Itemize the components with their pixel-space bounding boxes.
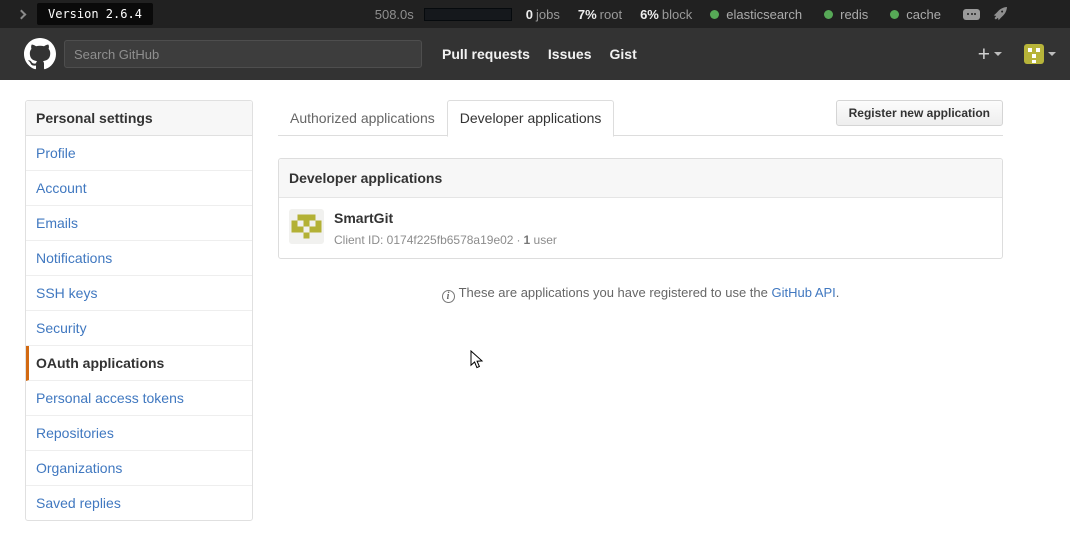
main-content: Authorized applicationsDeveloper applica… (278, 100, 1003, 303)
avatar (1024, 44, 1044, 64)
github-header: Pull requests Issues Gist + (0, 28, 1070, 80)
create-new-button[interactable]: + (978, 44, 1002, 65)
header-nav: Pull requests Issues Gist (442, 46, 655, 62)
sidebar-item-profile[interactable]: Profile (26, 136, 252, 171)
sidebar-item-personal-access-tokens[interactable]: Personal access tokens (26, 381, 252, 416)
mouse-cursor-icon (470, 350, 484, 370)
help-note: i These are applications you have registe… (278, 285, 1003, 303)
app-client-id: Client ID: 0174f225fb6578a19e02·1 user (334, 233, 557, 247)
sidebar-item-organizations[interactable]: Organizations (26, 451, 252, 486)
metric-block: 6%block (640, 7, 692, 22)
caret-down-icon (994, 52, 1002, 56)
version-badge: Version 2.6.4 (37, 3, 153, 25)
nav-pull-requests[interactable]: Pull requests (442, 46, 530, 62)
metric-root: 7%root (578, 7, 622, 22)
tab-authorized-applications[interactable]: Authorized applications (278, 101, 447, 136)
client-id-text: Client ID: 0174f225fb6578a19e02 (334, 233, 513, 247)
service-cache-label: cache (906, 7, 941, 22)
service-redis: redis (824, 7, 868, 22)
info-icon: i (442, 290, 455, 303)
nav-issues[interactable]: Issues (548, 46, 592, 62)
status-dot-icon (890, 10, 899, 19)
status-bar: Version 2.6.4 508.0s 0jobs 7%root 6%bloc… (0, 0, 1070, 28)
metric-jobs-value: 0 (526, 7, 533, 22)
note-suffix: . (836, 285, 840, 300)
github-logo-icon[interactable] (24, 38, 56, 70)
service-elasticsearch: elasticsearch (710, 7, 802, 22)
app-info: SmartGit Client ID: 0174f225fb6578a19e02… (334, 209, 557, 247)
rocket-icon[interactable] (992, 6, 1008, 22)
note-text: These are applications you have register… (459, 285, 772, 300)
nav-gist[interactable]: Gist (610, 46, 637, 62)
metric-jobs: 0jobs (526, 7, 560, 22)
app-identicon (289, 209, 324, 244)
developer-applications-panel: Developer applications SmartGit (278, 158, 1003, 259)
metric-block-value: 6% (640, 7, 659, 22)
progress-bar (424, 8, 512, 21)
caret-down-icon (1048, 52, 1056, 56)
metric-block-label: block (662, 7, 692, 22)
sidebar-item-repositories[interactable]: Repositories (26, 416, 252, 451)
metric-root-value: 7% (578, 7, 597, 22)
sidebar-item-notifications[interactable]: Notifications (26, 241, 252, 276)
sidebar-item-security[interactable]: Security (26, 311, 252, 346)
applications-tabnav: Authorized applicationsDeveloper applica… (278, 100, 1003, 136)
github-api-link[interactable]: GitHub API (771, 285, 835, 300)
header-right: + (978, 44, 1056, 65)
panel-title: Developer applications (279, 159, 1002, 198)
screen: Version 2.6.4 508.0s 0jobs 7%root 6%bloc… (0, 0, 1070, 552)
sidebar-item-saved-replies[interactable]: Saved replies (26, 486, 252, 520)
sidebar-item-emails[interactable]: Emails (26, 206, 252, 241)
status-dot-icon (824, 10, 833, 19)
ellipsis-icon[interactable] (963, 9, 980, 20)
app-name-link[interactable]: SmartGit (334, 210, 393, 226)
search-input[interactable] (64, 40, 422, 68)
users-label: user (534, 233, 557, 247)
users-count: 1 (523, 233, 530, 247)
status-dot-icon (710, 10, 719, 19)
list-item: SmartGit Client ID: 0174f225fb6578a19e02… (279, 198, 1002, 258)
metric-jobs-label: jobs (536, 7, 560, 22)
plus-icon: + (978, 44, 990, 65)
service-elasticsearch-label: elasticsearch (726, 7, 802, 22)
user-menu-button[interactable] (1024, 44, 1056, 64)
service-redis-label: redis (840, 7, 868, 22)
tab-developer-applications[interactable]: Developer applications (447, 100, 615, 137)
separator: · (516, 233, 520, 247)
elapsed-time: 508.0s (375, 7, 414, 22)
chevron-right-icon[interactable] (17, 9, 27, 19)
settings-sidebar: Personal settings Profile Account Emails… (25, 100, 253, 521)
sidebar-item-ssh-keys[interactable]: SSH keys (26, 276, 252, 311)
metric-root-label: root (600, 7, 622, 22)
service-cache: cache (890, 7, 941, 22)
sidebar-title: Personal settings (26, 101, 252, 136)
sidebar-item-oauth-applications[interactable]: OAuth applications (26, 346, 252, 381)
sidebar-item-account[interactable]: Account (26, 171, 252, 206)
register-new-application-button[interactable]: Register new application (836, 100, 1003, 126)
